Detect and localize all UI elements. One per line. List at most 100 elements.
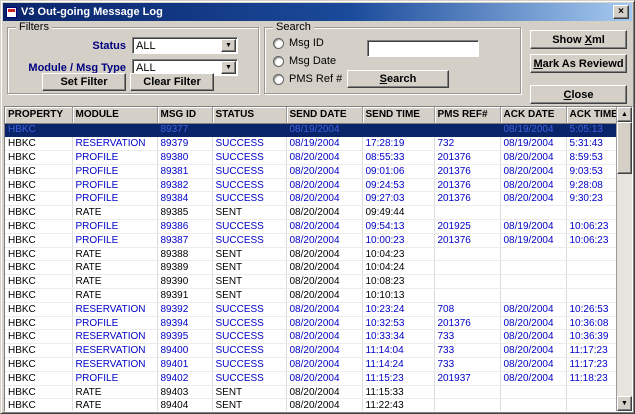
grid-cell[interactable]: SENT (212, 399, 286, 412)
grid-cell[interactable]: 10:26:53 (566, 302, 616, 316)
grid-cell[interactable]: PROFILE (72, 316, 157, 330)
grid-cell[interactable]: 08/20/2004 (286, 371, 362, 385)
grid-cell[interactable]: 08/20/2004 (286, 247, 362, 261)
grid-cell[interactable]: SUCCESS (212, 164, 286, 178)
grid-cell[interactable]: 10:33:34 (362, 330, 434, 344)
radio-msg-date[interactable]: Msg Date (273, 55, 336, 67)
grid-cell[interactable]: 08/20/2004 (286, 289, 362, 303)
grid-cell[interactable]: 10:04:24 (362, 261, 434, 275)
radio-msg-id[interactable]: Msg ID (273, 37, 324, 49)
grid-cell[interactable]: 10:00:23 (362, 233, 434, 247)
grid-cell[interactable]: 89391 (157, 289, 212, 303)
grid-cell[interactable]: 09:54:13 (362, 220, 434, 234)
column-header[interactable]: STATUS (212, 107, 286, 123)
grid-cell[interactable]: 08/20/2004 (286, 192, 362, 206)
grid-row[interactable]: HBKCPROFILE89386SUCCESS08/20/200409:54:1… (5, 220, 616, 234)
grid-cell[interactable]: HBKC (5, 371, 72, 385)
grid-row[interactable]: HBKCRATE89391SENT08/20/200410:10:13 (5, 289, 616, 303)
grid-cell[interactable]: SENT (212, 261, 286, 275)
grid-cell[interactable]: 89388 (157, 247, 212, 261)
grid-cell[interactable]: 17:28:19 (362, 137, 434, 151)
grid-row[interactable]: HBKCPROFILE89382SUCCESS08/20/200409:24:5… (5, 178, 616, 192)
grid-cell[interactable]: 9:30:23 (566, 192, 616, 206)
grid-cell[interactable]: 08/20/2004 (500, 192, 566, 206)
grid-cell[interactable]: 09:24:53 (362, 178, 434, 192)
column-header[interactable]: MSG ID (157, 107, 212, 123)
grid-cell[interactable]: 10:04:23 (362, 247, 434, 261)
grid-cell[interactable]: 5:05:13 (566, 123, 616, 137)
grid-cell[interactable]: 08/20/2004 (286, 275, 362, 289)
grid-cell[interactable]: RESERVATION (72, 358, 157, 372)
grid-cell[interactable] (566, 385, 616, 399)
grid-cell[interactable]: SENT (212, 206, 286, 220)
grid-cell[interactable]: RATE (72, 385, 157, 399)
grid-cell[interactable]: HBKC (5, 344, 72, 358)
grid-cell[interactable]: 89392 (157, 302, 212, 316)
grid-row[interactable]: HBKCPROFILE89384SUCCESS08/20/200409:27:0… (5, 192, 616, 206)
scrollbar-thumb[interactable] (617, 122, 632, 174)
grid-cell[interactable]: 11:18:23 (566, 371, 616, 385)
grid-row[interactable]: HBKCRATE89389SENT08/20/200410:04:24 (5, 261, 616, 275)
grid-cell[interactable] (566, 247, 616, 261)
grid-row[interactable]: HBKCPROFILE89387SUCCESS08/20/200410:00:2… (5, 233, 616, 247)
grid-cell[interactable]: 201376 (434, 233, 500, 247)
grid-cell[interactable] (500, 261, 566, 275)
grid-cell[interactable]: 89382 (157, 178, 212, 192)
set-filter-button[interactable]: Set Filter (42, 73, 126, 91)
grid-cell[interactable]: 08/20/2004 (286, 206, 362, 220)
grid-cell[interactable]: 732 (434, 137, 500, 151)
grid-cell[interactable]: 08/20/2004 (500, 358, 566, 372)
grid-cell[interactable]: 08/20/2004 (500, 371, 566, 385)
grid-cell[interactable]: 10:36:08 (566, 316, 616, 330)
grid-cell[interactable]: 8:59:53 (566, 151, 616, 165)
grid-cell[interactable] (566, 261, 616, 275)
grid-cell[interactable]: SUCCESS (212, 220, 286, 234)
grid-cell[interactable]: PROFILE (72, 192, 157, 206)
grid-cell[interactable]: SUCCESS (212, 316, 286, 330)
grid-cell[interactable]: 10:23:24 (362, 302, 434, 316)
grid-cell[interactable]: HBKC (5, 137, 72, 151)
grid-cell[interactable]: 708 (434, 302, 500, 316)
grid-cell[interactable]: 11:17:23 (566, 344, 616, 358)
grid-cell[interactable]: 89404 (157, 399, 212, 412)
grid-cell[interactable]: 08/20/2004 (500, 151, 566, 165)
grid-cell[interactable]: HBKC (5, 330, 72, 344)
grid-row[interactable]: HBKCPROFILE89380SUCCESS08/20/200408:55:3… (5, 151, 616, 165)
show-xml-button[interactable]: Show Xml (530, 30, 627, 49)
grid-row[interactable]: HBKCRESERVATION89401SUCCESS08/20/200411:… (5, 358, 616, 372)
grid-cell[interactable] (434, 275, 500, 289)
grid-cell[interactable]: 08/20/2004 (286, 220, 362, 234)
grid-cell[interactable]: 08/19/2004 (500, 137, 566, 151)
grid-cell[interactable]: 733 (434, 330, 500, 344)
grid-cell[interactable] (434, 261, 500, 275)
grid-cell[interactable]: RATE (72, 247, 157, 261)
grid-cell[interactable]: SENT (212, 275, 286, 289)
grid-row[interactable]: HBKCRESERVATION89379SUCCESS08/19/200417:… (5, 137, 616, 151)
grid-cell[interactable]: 11:17:23 (566, 358, 616, 372)
grid-cell[interactable]: PROFILE (72, 371, 157, 385)
grid-cell[interactable]: HBKC (5, 123, 72, 137)
grid-cell[interactable]: 09:27:03 (362, 192, 434, 206)
grid-cell[interactable]: 08/20/2004 (500, 344, 566, 358)
grid-cell[interactable] (566, 289, 616, 303)
column-header[interactable]: SEND TIME (362, 107, 434, 123)
grid-cell[interactable]: 89379 (157, 137, 212, 151)
grid-row[interactable]: HBKCRATE89385SENT08/20/200409:49:44 (5, 206, 616, 220)
grid-cell[interactable]: 11:22:43 (362, 399, 434, 412)
grid-cell[interactable]: RESERVATION (72, 137, 157, 151)
grid-cell[interactable]: 5:31:43 (566, 137, 616, 151)
grid-cell[interactable]: 89381 (157, 164, 212, 178)
grid-cell[interactable]: HBKC (5, 289, 72, 303)
grid-row[interactable]: HBKCRATE89403SENT08/20/200411:15:33 (5, 385, 616, 399)
grid-cell[interactable]: HBKC (5, 233, 72, 247)
grid-cell[interactable]: 201376 (434, 164, 500, 178)
grid-cell[interactable]: 08/19/2004 (286, 137, 362, 151)
grid-cell[interactable] (362, 123, 434, 137)
grid-cell[interactable] (566, 275, 616, 289)
grid-cell[interactable]: HBKC (5, 164, 72, 178)
grid-row[interactable]: HBKCRATE89388SENT08/20/200410:04:23 (5, 247, 616, 261)
grid-cell[interactable]: HBKC (5, 220, 72, 234)
grid-cell[interactable] (500, 247, 566, 261)
grid-cell[interactable] (500, 385, 566, 399)
grid-cell[interactable] (500, 275, 566, 289)
